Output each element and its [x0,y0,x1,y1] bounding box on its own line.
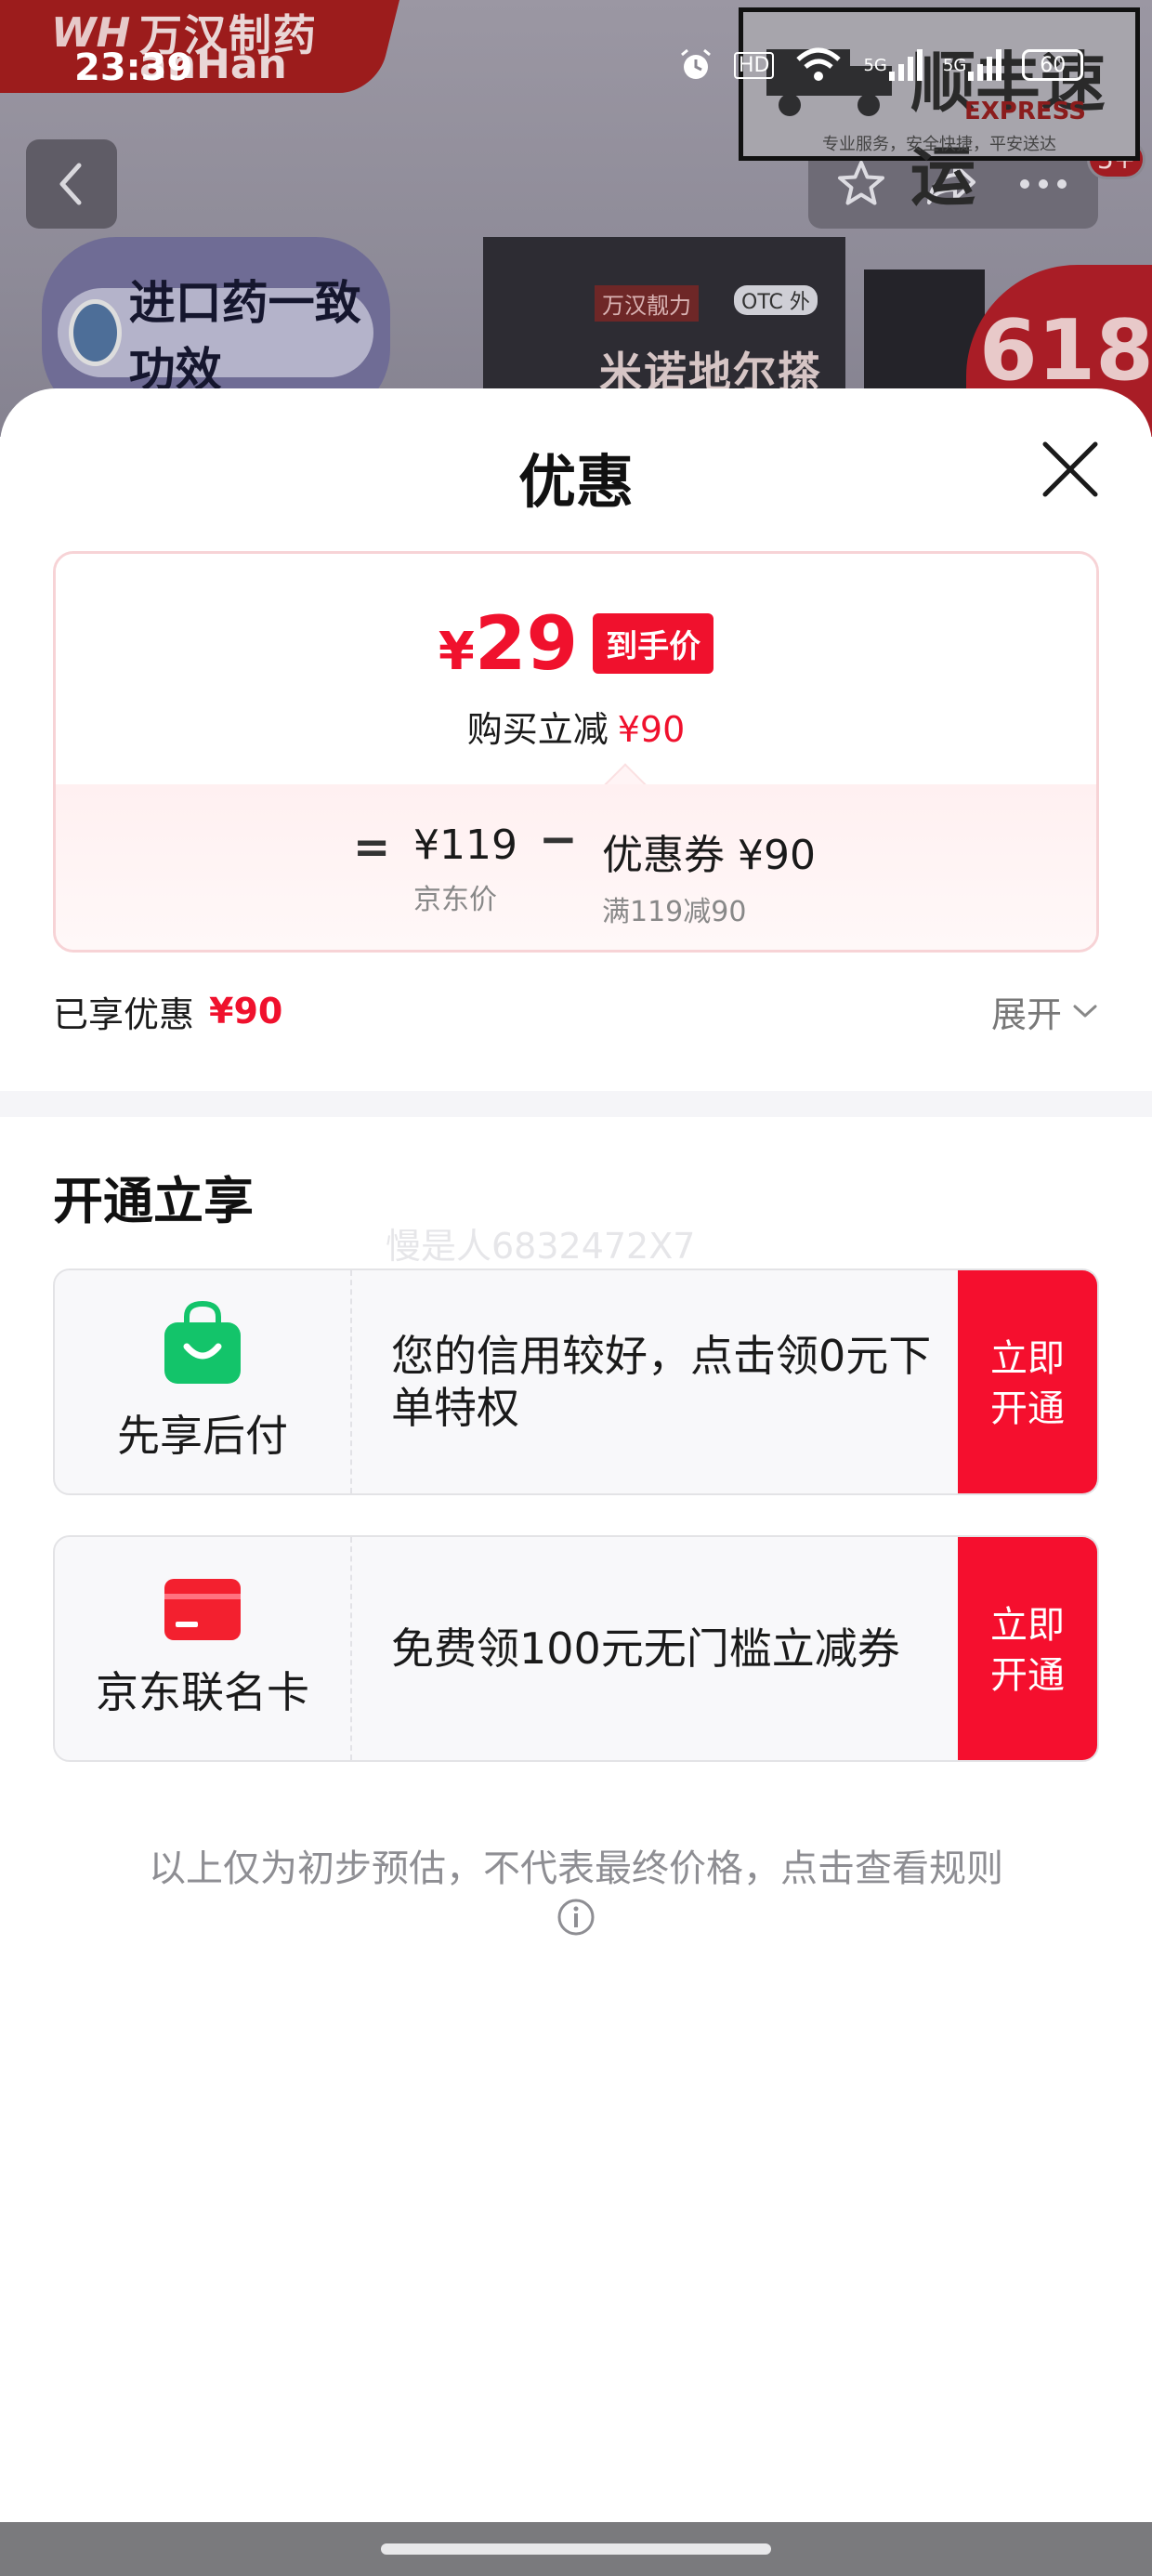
battery-icon: 60 [1022,49,1084,81]
discount-label: 购买立减 [466,709,609,750]
discount-row: 购买立减 ¥90 [56,701,1096,752]
coupon-value: 优惠券 ¥90 [602,832,816,879]
sheet-title: 优惠 [517,448,634,516]
discount-sheet: 优惠 ¥29 到手价 购买立减 ¥90 = ¥119 京东价 − 优惠券 ¥90… [0,388,1152,2522]
star-icon[interactable] [835,158,887,210]
expand-button[interactable]: 展开 [991,986,1099,1037]
enjoyed-discount-row: 已享优惠 ¥90 展开 [53,983,1099,1039]
open-now-button[interactable]: 立即 开通 [958,1537,1097,1760]
shopping-bag-icon [164,1300,241,1384]
signal-5g-icon-2: 5G [942,49,1002,81]
credit-card-icon [164,1579,241,1640]
chevron-left-icon [59,163,82,205]
price-calculation: = ¥119 京东价 − 优惠券 ¥90 满119减90 [56,784,1096,950]
final-price: ¥29 [439,600,578,687]
jd-price: ¥119 [413,821,517,869]
signal-bars-icon [888,49,923,81]
promo-card-co-branded-card[interactable]: 京东联名卡 免费领100元无门槛立减券 立即 开通 [53,1535,1099,1762]
info-icon[interactable] [556,1898,596,1937]
promo-name: 先享后付 [117,1411,288,1461]
coupon-col: 优惠券 ¥90 满119减90 [602,821,816,929]
footer-note[interactable]: 以上仅为初步预估，不代表最终价格，点击查看规则 [0,1838,1152,1892]
final-price-amount: 29 [474,600,579,687]
signal-5g-icon: 5G [863,49,923,81]
final-price-currency: ¥ [438,622,475,682]
calc-equals: = [353,821,391,874]
sf-express-slogan: 专业服务，安全快捷，平安送达 [822,135,1056,154]
alarm-icon [681,48,711,79]
status-time: 23:39 [74,46,193,89]
enjoyed-label: 已享优惠 [53,993,195,1035]
section-divider [0,1091,1152,1117]
status-icons: HD 5G 5G 60 [678,46,1084,84]
discount-amount: ¥90 [617,709,686,750]
hero-pill-text: 进口药一致功效 [128,276,361,397]
final-price-row: ¥29 到手价 [56,600,1096,687]
promo-description: 免费领100元无门槛立减券 [391,1623,900,1674]
jd-price-col: ¥119 京东价 [413,821,517,917]
expand-label: 展开 [990,993,1062,1035]
promo-name: 京东联名卡 [96,1667,309,1717]
final-price-tag: 到手价 [593,613,714,674]
chevron-down-icon [1073,1005,1097,1018]
price-breakdown-card: ¥29 到手价 购买立减 ¥90 = ¥119 京东价 − 优惠券 ¥90 满11… [53,551,1099,953]
jd-price-label: 京东价 [413,884,497,916]
price-summary: ¥29 到手价 购买立减 ¥90 [56,554,1096,784]
hd-icon: HD [734,51,775,79]
wifi-icon [796,47,842,81]
home-indicator[interactable] [381,2543,771,2555]
promo-description: 您的信用较好，点击领0元下单特权 [391,1330,932,1433]
coupon-condition: 满119减90 [602,896,747,928]
close-icon[interactable] [1036,435,1105,504]
enjoyed-amount: ¥90 [209,991,283,1032]
promo-left: 京东联名卡 [55,1537,352,1760]
signal-bars-icon-2 [968,49,1002,81]
open-now-button[interactable]: 立即 开通 [958,1270,1097,1493]
sf-express-watermark: 顺丰速运 EXPRESS 专业服务，安全快捷，平安送达 [739,7,1140,215]
promo-618-text: 618 [979,302,1152,400]
signal-5g-label-2: 5G [942,55,967,75]
section-title: 开通立享 [53,1172,254,1230]
emblem-icon [69,299,122,366]
product-box-otc: OTC 外 [734,285,818,315]
product-box-brand: 万汉靓力 [595,285,699,322]
sf-express-en: EXPRESS [964,98,1086,125]
calc-minus: − [539,812,578,866]
signal-5g-label: 5G [863,55,887,75]
promo-left: 先享后付 [55,1270,352,1493]
promo-card-pay-later[interactable]: 先享后付 您的信用较好，点击领0元下单特权 立即 开通 [53,1268,1099,1495]
user-watermark: 慢是人6832472X7 [386,1226,696,1267]
back-button[interactable] [26,139,117,229]
hero-pill: 进口药一致功效 [58,276,373,397]
